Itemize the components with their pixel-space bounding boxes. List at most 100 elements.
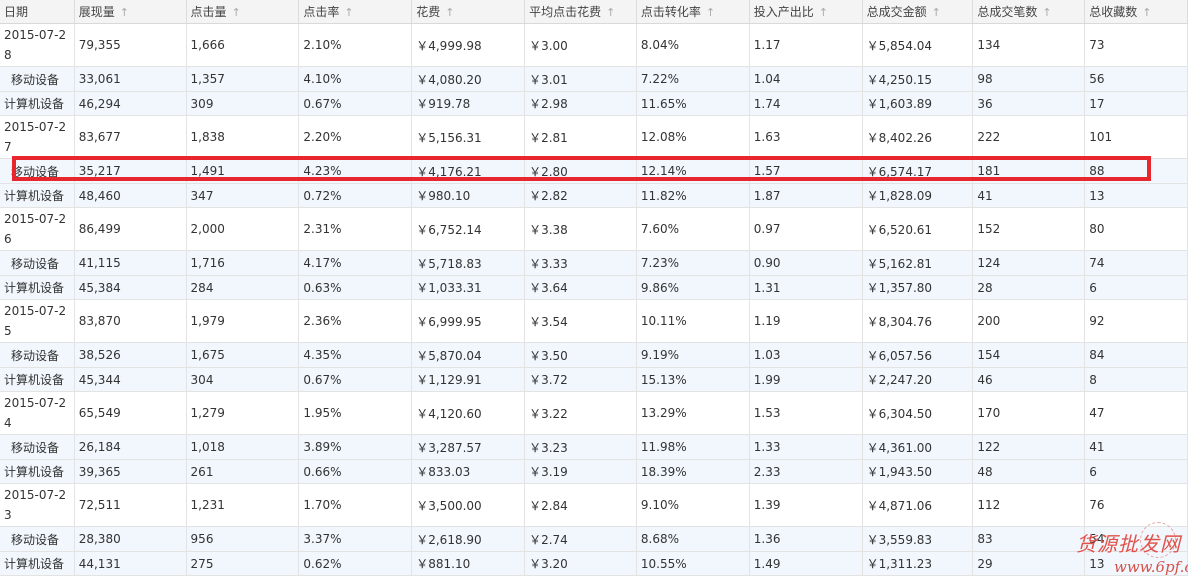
cell-总收藏数: 17 [1084, 91, 1188, 116]
cell-点击转化率: 8.68% [636, 526, 750, 552]
cell-点击率: 0.66% [298, 459, 413, 484]
cell-平均点击花费: ￥3.72 [524, 367, 637, 392]
header-row: 日期 展现量 ↑ 点击量 ↑ 点击率 ↑ 花费 ↑ 平均点击花费 ↑ 点击转化率 ↑ 投入产出比 ↑ 总成交金… [0, 0, 1188, 24]
cell-展现量: 86,499 [74, 207, 187, 251]
column-header-9[interactable]: 总成交笔数 ↑ [972, 0, 1086, 24]
cell-点击量: 1,491 [186, 158, 300, 184]
cell-日期: 移动设备 [0, 526, 75, 552]
cell-平均点击花费: ￥3.38 [524, 207, 637, 251]
cell-总成交笔数: 152 [972, 207, 1086, 251]
cell-日期: 移动设备 [0, 434, 75, 460]
cell-平均点击花费: ￥2.81 [524, 115, 637, 159]
cell-总成交金额: ￥8,402.26 [862, 115, 974, 159]
cell-总成交金额: ￥1,603.89 [862, 91, 974, 116]
sort-up-arrow-icon[interactable]: ↑ [932, 6, 941, 19]
cell-花费: ￥833.03 [411, 459, 526, 484]
cell-总成交金额: ￥2,247.20 [862, 367, 974, 392]
cell-总收藏数: 54 [1084, 526, 1188, 552]
cell-点击量: 1,018 [186, 434, 300, 460]
cell-点击率: 4.35% [298, 342, 413, 368]
cell-点击量: 1,838 [186, 115, 300, 159]
cell-总成交笔数: 48 [972, 459, 1086, 484]
cell-总成交金额: ￥5,854.04 [862, 23, 974, 67]
column-header-7[interactable]: 投入产出比 ↑ [749, 0, 863, 24]
cell-点击转化率: 10.11% [636, 299, 750, 343]
cell-总成交笔数: 181 [972, 158, 1086, 184]
cell-点击率: 3.37% [298, 526, 413, 552]
cell-花费: ￥5,870.04 [411, 342, 526, 368]
cell-日期: 2015-07-25 [0, 299, 75, 343]
column-header-3[interactable]: 点击率 ↑ [298, 0, 413, 24]
sort-up-arrow-icon[interactable]: ↑ [1142, 6, 1151, 19]
cell-点击率: 4.23% [298, 158, 413, 184]
column-header-5[interactable]: 平均点击花费 ↑ [524, 0, 637, 24]
cell-点击量: 2,000 [186, 207, 300, 251]
cell-平均点击花费: ￥3.64 [524, 275, 637, 300]
cell-投入产出比: 1.03 [749, 342, 863, 368]
cell-点击率: 1.70% [298, 483, 413, 527]
column-header-1[interactable]: 展现量 ↑ [74, 0, 187, 24]
mobile-device-row: 移动设备 28,380 956 3.37% ￥2,618.90 ￥2.74 8.68% 1.3… [0, 526, 1188, 552]
cell-点击量: 1,675 [186, 342, 300, 368]
cell-投入产出比: 1.63 [749, 115, 863, 159]
cell-日期: 计算机设备 [0, 183, 75, 208]
column-header-label: 点击率 [303, 5, 340, 19]
cell-日期: 计算机设备 [0, 551, 75, 576]
column-header-8[interactable]: 总成交金额 ↑ [862, 0, 974, 24]
cell-总成交笔数: 41 [972, 183, 1086, 208]
cell-点击量: 1,979 [186, 299, 300, 343]
cell-点击转化率: 9.19% [636, 342, 750, 368]
cell-投入产出比: 1.17 [749, 23, 863, 67]
cell-展现量: 65,549 [74, 391, 187, 435]
cell-总收藏数: 88 [1084, 158, 1188, 184]
pc-device-row: 计算机设备 39,365 261 0.66% ￥833.03 ￥3.19 18.39% 2.3… [0, 459, 1188, 484]
cell-展现量: 33,061 [74, 66, 187, 92]
sort-up-arrow-icon[interactable]: ↑ [819, 6, 828, 19]
cell-总成交笔数: 222 [972, 115, 1086, 159]
cell-花费: ￥1,033.31 [411, 275, 526, 300]
sort-up-arrow-icon[interactable]: ↑ [606, 6, 615, 19]
sort-up-arrow-icon[interactable]: ↑ [706, 6, 715, 19]
column-header-10[interactable]: 总收藏数 ↑ [1084, 0, 1188, 24]
cell-投入产出比: 1.49 [749, 551, 863, 576]
cell-平均点击花费: ￥3.22 [524, 391, 637, 435]
column-header-2[interactable]: 点击量 ↑ [186, 0, 300, 24]
cell-平均点击花费: ￥3.23 [524, 434, 637, 460]
cell-点击率: 2.20% [298, 115, 413, 159]
mobile-device-row: 移动设备 33,061 1,357 4.10% ￥4,080.20 ￥3.01 7.22% 1… [0, 66, 1188, 92]
cell-总成交笔数: 112 [972, 483, 1086, 527]
sort-up-arrow-icon[interactable]: ↑ [232, 6, 241, 19]
cell-总收藏数: 76 [1084, 483, 1188, 527]
cell-投入产出比: 1.31 [749, 275, 863, 300]
cell-展现量: 72,511 [74, 483, 187, 527]
column-header-0[interactable]: 日期 [0, 0, 75, 24]
cell-投入产出比: 1.99 [749, 367, 863, 392]
mobile-device-row: 移动设备 38,526 1,675 4.35% ￥5,870.04 ￥3.50 9.19% 1… [0, 342, 1188, 368]
cell-总成交笔数: 36 [972, 91, 1086, 116]
cell-投入产出比: 1.53 [749, 391, 863, 435]
cell-平均点击花费: ￥3.33 [524, 250, 637, 276]
cell-总收藏数: 101 [1084, 115, 1188, 159]
cell-投入产出比: 1.57 [749, 158, 863, 184]
cell-点击量: 284 [186, 275, 300, 300]
cell-总收藏数: 8 [1084, 367, 1188, 392]
column-header-4[interactable]: 花费 ↑ [411, 0, 526, 24]
cell-展现量: 28,380 [74, 526, 187, 552]
sort-up-arrow-icon[interactable]: ↑ [445, 6, 454, 19]
cell-日期: 2015-07-23 [0, 483, 75, 527]
sort-up-arrow-icon[interactable]: ↑ [120, 6, 129, 19]
cell-总成交金额: ￥8,304.76 [862, 299, 974, 343]
cell-总成交金额: ￥6,520.61 [862, 207, 974, 251]
sort-up-arrow-icon[interactable]: ↑ [344, 6, 353, 19]
sort-up-arrow-icon[interactable]: ↑ [1042, 6, 1051, 19]
cell-总成交金额: ￥3,559.83 [862, 526, 974, 552]
cell-展现量: 44,131 [74, 551, 187, 576]
cell-点击量: 1,716 [186, 250, 300, 276]
cell-总收藏数: 80 [1084, 207, 1188, 251]
cell-展现量: 45,344 [74, 367, 187, 392]
cell-总收藏数: 6 [1084, 275, 1188, 300]
column-header-label: 总收藏数 [1089, 5, 1138, 19]
column-header-6[interactable]: 点击转化率 ↑ [636, 0, 750, 24]
cell-点击量: 309 [186, 91, 300, 116]
cell-总成交金额: ￥5,162.81 [862, 250, 974, 276]
